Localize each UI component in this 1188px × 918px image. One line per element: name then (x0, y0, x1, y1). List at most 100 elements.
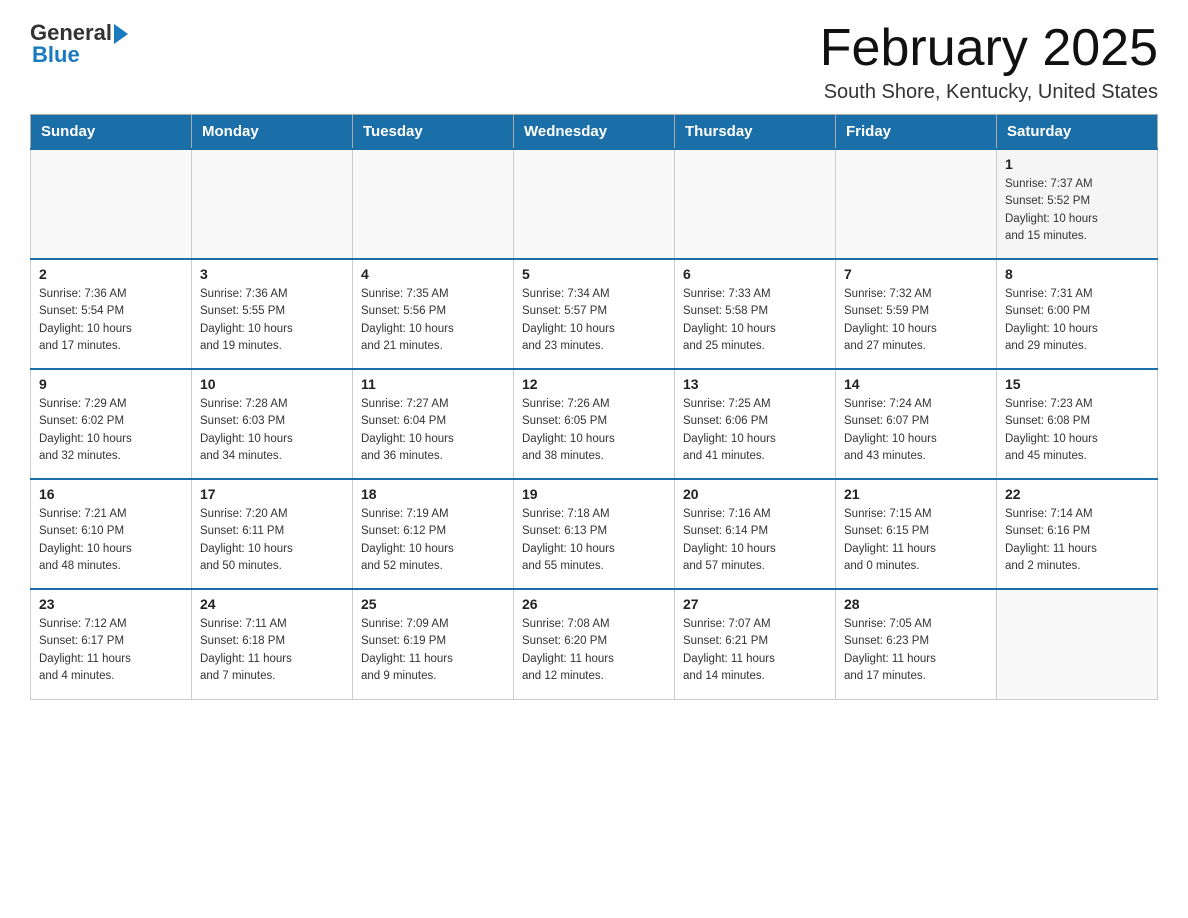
day-number: 12 (522, 376, 666, 392)
day-number: 4 (361, 266, 505, 282)
calendar-day-5: 5 Sunrise: 7:34 AMSunset: 5:57 PMDaylight… (514, 259, 675, 369)
logo-blue-text: Blue (32, 42, 80, 68)
calendar-day-2: 2 Sunrise: 7:36 AMSunset: 5:54 PMDaylight… (31, 259, 192, 369)
day-sun-info: Sunrise: 7:21 AMSunset: 6:10 PMDaylight:… (39, 506, 183, 575)
day-number: 7 (844, 266, 988, 282)
day-number: 1 (1005, 156, 1149, 172)
day-number: 11 (361, 376, 505, 392)
day-sun-info: Sunrise: 7:14 AMSunset: 6:16 PMDaylight:… (1005, 506, 1149, 575)
day-number: 18 (361, 486, 505, 502)
day-sun-info: Sunrise: 7:11 AMSunset: 6:18 PMDaylight:… (200, 616, 344, 685)
day-sun-info: Sunrise: 7:16 AMSunset: 6:14 PMDaylight:… (683, 506, 827, 575)
calendar-day-11: 11 Sunrise: 7:27 AMSunset: 6:04 PMDayligh… (353, 369, 514, 479)
weekday-header-row: SundayMondayTuesdayWednesdayThursdayFrid… (31, 115, 1158, 150)
day-number: 6 (683, 266, 827, 282)
calendar-day-27: 27 Sunrise: 7:07 AMSunset: 6:21 PMDayligh… (675, 589, 836, 699)
day-sun-info: Sunrise: 7:12 AMSunset: 6:17 PMDaylight:… (39, 616, 183, 685)
logo: General Blue (30, 20, 128, 68)
calendar-day-23: 23 Sunrise: 7:12 AMSunset: 6:17 PMDayligh… (31, 589, 192, 699)
calendar-day-19: 19 Sunrise: 7:18 AMSunset: 6:13 PMDayligh… (514, 479, 675, 589)
weekday-header-sunday: Sunday (31, 115, 192, 150)
day-number: 13 (683, 376, 827, 392)
day-sun-info: Sunrise: 7:29 AMSunset: 6:02 PMDaylight:… (39, 396, 183, 465)
day-number: 19 (522, 486, 666, 502)
day-number: 5 (522, 266, 666, 282)
calendar-day-25: 25Sunrise: 7:09 AMSunset: 6:19 PMDayligh… (353, 589, 514, 699)
day-sun-info: Sunrise: 7:36 AMSunset: 5:54 PMDaylight:… (39, 286, 183, 355)
calendar-day-14: 14 Sunrise: 7:24 AMSunset: 6:07 PMDayligh… (836, 369, 997, 479)
day-sun-info: Sunrise: 7:23 AMSunset: 6:08 PMDaylight:… (1005, 396, 1149, 465)
day-number: 20 (683, 486, 827, 502)
calendar-empty-cell (353, 149, 514, 259)
calendar-day-24: 24 Sunrise: 7:11 AMSunset: 6:18 PMDayligh… (192, 589, 353, 699)
day-number: 24 (200, 596, 344, 612)
day-sun-info: Sunrise: 7:31 AMSunset: 6:00 PMDaylight:… (1005, 286, 1149, 355)
calendar-day-20: 20 Sunrise: 7:16 AMSunset: 6:14 PMDayligh… (675, 479, 836, 589)
calendar-empty-cell (675, 149, 836, 259)
day-sun-info: Sunrise: 7:34 AMSunset: 5:57 PMDaylight:… (522, 286, 666, 355)
day-number: 8 (1005, 266, 1149, 282)
page-header: General Blue February 2025 South Shore, … (30, 20, 1158, 104)
calendar-day-1: 1Sunrise: 7:37 AMSunset: 5:52 PMDaylight… (997, 149, 1158, 259)
day-number: 10 (200, 376, 344, 392)
weekday-header-saturday: Saturday (997, 115, 1158, 150)
day-number: 16 (39, 486, 183, 502)
day-sun-info: Sunrise: 7:25 AMSunset: 6:06 PMDaylight:… (683, 396, 827, 465)
day-number: 17 (200, 486, 344, 502)
calendar-day-4: 4Sunrise: 7:35 AMSunset: 5:56 PMDaylight… (353, 259, 514, 369)
day-number: 27 (683, 596, 827, 612)
day-number: 22 (1005, 486, 1149, 502)
calendar-day-3: 3 Sunrise: 7:36 AMSunset: 5:55 PMDaylight… (192, 259, 353, 369)
day-number: 28 (844, 596, 988, 612)
day-number: 3 (200, 266, 344, 282)
month-year-title: February 2025 (820, 20, 1158, 77)
calendar-week-row: 16 Sunrise: 7:21 AMSunset: 6:10 PMDayligh… (31, 479, 1158, 589)
day-sun-info: Sunrise: 7:08 AMSunset: 6:20 PMDaylight:… (522, 616, 666, 685)
weekday-header-thursday: Thursday (675, 115, 836, 150)
calendar-empty-cell (997, 589, 1158, 699)
day-sun-info: Sunrise: 7:05 AMSunset: 6:23 PMDaylight:… (844, 616, 988, 685)
day-number: 2 (39, 266, 183, 282)
day-sun-info: Sunrise: 7:19 AMSunset: 6:12 PMDaylight:… (361, 506, 505, 575)
calendar-empty-cell (192, 149, 353, 259)
day-sun-info: Sunrise: 7:36 AMSunset: 5:55 PMDaylight:… (200, 286, 344, 355)
weekday-header-tuesday: Tuesday (353, 115, 514, 150)
calendar-day-17: 17 Sunrise: 7:20 AMSunset: 6:11 PMDayligh… (192, 479, 353, 589)
title-block: February 2025 South Shore, Kentucky, Uni… (820, 20, 1158, 104)
calendar-day-8: 8 Sunrise: 7:31 AMSunset: 6:00 PMDaylight… (997, 259, 1158, 369)
day-sun-info: Sunrise: 7:26 AMSunset: 6:05 PMDaylight:… (522, 396, 666, 465)
day-sun-info: Sunrise: 7:32 AMSunset: 5:59 PMDaylight:… (844, 286, 988, 355)
day-number: 14 (844, 376, 988, 392)
calendar-day-16: 16 Sunrise: 7:21 AMSunset: 6:10 PMDayligh… (31, 479, 192, 589)
calendar-day-13: 13 Sunrise: 7:25 AMSunset: 6:06 PMDayligh… (675, 369, 836, 479)
calendar-day-21: 21Sunrise: 7:15 AMSunset: 6:15 PMDayligh… (836, 479, 997, 589)
calendar-empty-cell (836, 149, 997, 259)
logo-arrow-icon (114, 24, 128, 44)
calendar-day-22: 22 Sunrise: 7:14 AMSunset: 6:16 PMDayligh… (997, 479, 1158, 589)
calendar-empty-cell (31, 149, 192, 259)
day-sun-info: Sunrise: 7:24 AMSunset: 6:07 PMDaylight:… (844, 396, 988, 465)
day-number: 25 (361, 596, 505, 612)
day-number: 26 (522, 596, 666, 612)
calendar-day-12: 12 Sunrise: 7:26 AMSunset: 6:05 PMDayligh… (514, 369, 675, 479)
calendar-day-7: 7 Sunrise: 7:32 AMSunset: 5:59 PMDaylight… (836, 259, 997, 369)
day-sun-info: Sunrise: 7:07 AMSunset: 6:21 PMDaylight:… (683, 616, 827, 685)
day-number: 23 (39, 596, 183, 612)
calendar-day-6: 6 Sunrise: 7:33 AMSunset: 5:58 PMDaylight… (675, 259, 836, 369)
calendar-week-row: 9 Sunrise: 7:29 AMSunset: 6:02 PMDaylight… (31, 369, 1158, 479)
day-sun-info: Sunrise: 7:28 AMSunset: 6:03 PMDaylight:… (200, 396, 344, 465)
weekday-header-wednesday: Wednesday (514, 115, 675, 150)
weekday-header-monday: Monday (192, 115, 353, 150)
day-sun-info: Sunrise: 7:33 AMSunset: 5:58 PMDaylight:… (683, 286, 827, 355)
day-number: 9 (39, 376, 183, 392)
weekday-header-friday: Friday (836, 115, 997, 150)
day-sun-info: Sunrise: 7:27 AMSunset: 6:04 PMDaylight:… (361, 396, 505, 465)
calendar-week-row: 2 Sunrise: 7:36 AMSunset: 5:54 PMDaylight… (31, 259, 1158, 369)
day-sun-info: Sunrise: 7:20 AMSunset: 6:11 PMDaylight:… (200, 506, 344, 575)
calendar-day-10: 10 Sunrise: 7:28 AMSunset: 6:03 PMDayligh… (192, 369, 353, 479)
calendar-week-row: 23 Sunrise: 7:12 AMSunset: 6:17 PMDayligh… (31, 589, 1158, 699)
day-sun-info: Sunrise: 7:18 AMSunset: 6:13 PMDaylight:… (522, 506, 666, 575)
calendar-day-9: 9 Sunrise: 7:29 AMSunset: 6:02 PMDaylight… (31, 369, 192, 479)
day-number: 15 (1005, 376, 1149, 392)
calendar-day-28: 28 Sunrise: 7:05 AMSunset: 6:23 PMDayligh… (836, 589, 997, 699)
